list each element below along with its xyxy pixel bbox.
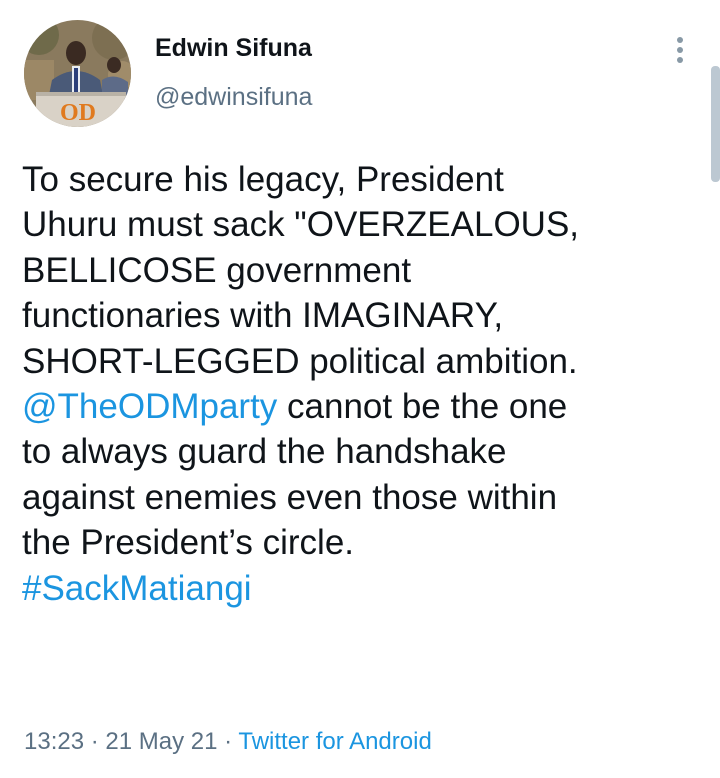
tweet-time[interactable]: 13:23	[24, 728, 84, 755]
avatar-podium-text: OD	[60, 100, 96, 126]
user-handle[interactable]: @edwinsifuna	[155, 82, 312, 112]
tweet-text-line: to always guard the handshake	[22, 432, 507, 472]
display-name[interactable]: Edwin Sifuna	[155, 33, 312, 63]
tweet-text-line: #SackMatiangi	[22, 566, 712, 611]
avatar[interactable]: OD	[24, 20, 131, 127]
avatar-photo: OD	[24, 20, 131, 127]
hashtag-link[interactable]: #SackMatiangi	[22, 569, 252, 608]
tweet-text-line: functionaries with IMAGINARY,	[22, 296, 504, 336]
more-vertical-icon	[677, 37, 683, 63]
tweet-text-line: SHORT-LEGGED political ambition.	[22, 341, 578, 381]
more-options-button[interactable]	[664, 32, 696, 68]
tweet-text-line: Uhuru must sack "OVERZEALOUS,	[22, 205, 580, 245]
tweet-text-line: @TheODMparty cannot be the one	[22, 384, 712, 429]
tweet-text-line: against enemies even those within	[22, 477, 558, 517]
tweet-text-line: the President’s circle.	[22, 523, 355, 563]
mention-link[interactable]: @TheODMparty	[22, 387, 277, 426]
tweet-text: To secure his legacy, President Uhuru mu…	[22, 157, 712, 611]
tweet-text-line: BELLICOSE government	[22, 250, 412, 290]
meta-separator: ·	[217, 728, 239, 755]
tweet-text-fragment: cannot be the one	[277, 386, 568, 426]
tweet-text-line: To secure his legacy, President	[22, 160, 504, 199]
tweet-metadata: 13:23 · 21 May 21 · Twitter for Android	[24, 727, 432, 757]
meta-separator: ·	[84, 728, 106, 755]
tweet-source-link[interactable]: Twitter for Android	[238, 728, 431, 755]
tweet-date[interactable]: 21 May 21	[105, 728, 217, 755]
scrollbar-thumb[interactable]	[711, 66, 720, 182]
